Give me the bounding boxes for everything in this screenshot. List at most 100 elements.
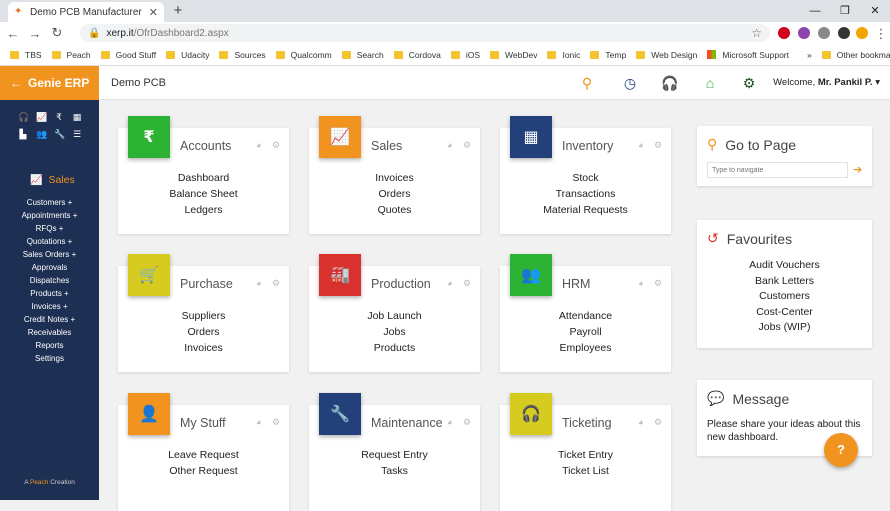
card-link[interactable]: Balance Sheet: [118, 186, 289, 202]
brand-header[interactable]: ← Genie ERP: [0, 66, 99, 100]
extension-icon[interactable]: [798, 27, 810, 39]
users-icon[interactable]: 👥: [510, 254, 552, 296]
bookmark-item[interactable]: TBS: [10, 50, 42, 60]
sidebar-item-dispatches[interactable]: Dispatches: [0, 274, 99, 287]
pie-chart-icon[interactable]: ◕: [638, 278, 643, 288]
sidebar-item-credit-notes[interactable]: Credit Notes +: [0, 313, 99, 326]
wrench-icon[interactable]: 🔧: [54, 129, 65, 140]
home-icon[interactable]: ⌂: [702, 75, 718, 91]
headset-icon[interactable]: 🎧: [18, 112, 29, 123]
extension-icon[interactable]: [856, 27, 868, 39]
back-icon[interactable]: ←: [4, 26, 22, 41]
card-title[interactable]: HRM: [562, 277, 590, 291]
card-link[interactable]: Attendance: [500, 308, 671, 324]
rupee-icon[interactable]: ₹: [54, 112, 64, 123]
more-bookmarks-button[interactable]: »: [807, 50, 812, 60]
forward-icon[interactable]: →: [26, 26, 44, 41]
pie-chart-icon[interactable]: ◕: [638, 417, 643, 427]
users-icon[interactable]: 👥: [36, 129, 47, 140]
cart-icon[interactable]: 🛒: [128, 254, 170, 296]
pie-chart-icon[interactable]: ◕: [447, 417, 452, 427]
gear-icon[interactable]: ⚙: [272, 140, 280, 151]
user-icon[interactable]: 👤: [128, 393, 170, 435]
card-title[interactable]: Accounts: [180, 139, 231, 153]
pie-chart-icon[interactable]: ◕: [256, 417, 261, 427]
card-title[interactable]: Ticketing: [562, 416, 612, 430]
user-menu[interactable]: Welcome, Mr. Pankil P. ▾: [773, 77, 880, 88]
bookmark-item[interactable]: Peach: [51, 50, 91, 60]
bookmark-item[interactable]: Qualcomm: [275, 50, 332, 60]
reload-icon[interactable]: ↻: [48, 25, 66, 41]
card-title[interactable]: Sales: [371, 139, 402, 153]
card-link[interactable]: Products: [309, 340, 480, 356]
back-arrow-icon[interactable]: ←: [10, 76, 22, 90]
close-tab-icon[interactable]: ✕: [149, 6, 158, 19]
card-link[interactable]: Other Request: [118, 463, 289, 479]
list-icon[interactable]: ☰: [72, 129, 82, 140]
pie-chart-icon[interactable]: ◕: [256, 140, 261, 150]
pie-chart-icon[interactable]: ◕: [447, 278, 452, 288]
card-link[interactable]: Stock: [500, 170, 671, 186]
pie-chart-icon[interactable]: ◕: [256, 278, 261, 288]
sidebar-item-approvals[interactable]: Approvals: [0, 261, 99, 274]
card-link[interactable]: Quotes: [309, 202, 480, 218]
card-link[interactable]: Tasks: [309, 463, 480, 479]
address-bar[interactable]: 🔒 xerp.it /OfrDashboard2.aspx ☆: [80, 24, 770, 42]
rupee-icon[interactable]: ₹: [128, 116, 170, 158]
sidebar-item-appointments[interactable]: Appointments +: [0, 209, 99, 222]
gear-icon[interactable]: ⚙: [272, 278, 280, 289]
card-title[interactable]: My Stuff: [180, 416, 226, 430]
sidebar-section-sales[interactable]: 📈 Sales: [30, 174, 75, 186]
factory-icon[interactable]: ▙: [18, 129, 28, 140]
card-link[interactable]: Employees: [500, 340, 671, 356]
card-link[interactable]: Jobs: [309, 324, 480, 340]
sidebar-item-settings[interactable]: Settings: [0, 352, 99, 365]
maximize-icon[interactable]: ❐: [830, 2, 860, 20]
card-link[interactable]: Request Entry: [309, 447, 480, 463]
clock-icon[interactable]: ◷: [622, 75, 638, 91]
card-link[interactable]: Payroll: [500, 324, 671, 340]
sidebar-item-reports[interactable]: Reports: [0, 339, 99, 352]
card-title[interactable]: Inventory: [562, 139, 613, 153]
bookmark-item[interactable]: Web Design: [636, 50, 697, 60]
card-link[interactable]: Ticket List: [500, 463, 671, 479]
favourite-link[interactable]: Jobs (WIP): [697, 320, 872, 336]
sidebar-item-rfqs[interactable]: RFQs +: [0, 222, 99, 235]
minimize-icon[interactable]: —: [800, 2, 830, 20]
card-link[interactable]: Orders: [118, 324, 289, 340]
go-arrow-icon[interactable]: ➔: [853, 163, 862, 176]
sidebar-item-products[interactable]: Products +: [0, 287, 99, 300]
headset-icon[interactable]: 🎧: [510, 393, 552, 435]
favourite-link[interactable]: Audit Vouchers: [697, 258, 872, 274]
inventory-icon[interactable]: ▦: [510, 116, 552, 158]
browser-menu-icon[interactable]: ⋮: [872, 26, 890, 42]
gear-icon[interactable]: ⚙: [463, 278, 471, 289]
bookmark-item[interactable]: Udacity: [166, 50, 209, 60]
extension-icon[interactable]: [818, 27, 830, 39]
card-link[interactable]: Suppliers: [118, 308, 289, 324]
favourite-link[interactable]: Bank Letters: [697, 274, 872, 290]
card-link[interactable]: Ledgers: [118, 202, 289, 218]
bookmark-item[interactable]: iOS: [450, 50, 480, 60]
gear-icon[interactable]: ⚙: [654, 140, 662, 151]
bookmark-item[interactable]: WebDev: [490, 50, 537, 60]
bookmark-item[interactable]: Temp: [590, 50, 626, 60]
new-tab-button[interactable]: +: [170, 2, 186, 20]
extension-icon[interactable]: [778, 27, 790, 39]
card-title[interactable]: Maintenance: [371, 416, 443, 430]
gear-icon[interactable]: ⚙: [654, 278, 662, 289]
card-link[interactable]: Invoices: [309, 170, 480, 186]
favourite-link[interactable]: Customers: [697, 289, 872, 305]
bookmark-item[interactable]: Sources: [219, 50, 266, 60]
card-title[interactable]: Purchase: [180, 277, 233, 291]
card-link[interactable]: Material Requests: [500, 202, 671, 218]
card-link[interactable]: Dashboard: [118, 170, 289, 186]
gear-icon[interactable]: ⚙: [272, 417, 280, 428]
card-title[interactable]: Production: [371, 277, 431, 291]
bookmark-item[interactable]: Ionic: [547, 50, 580, 60]
search-icon[interactable]: ⚲: [579, 75, 595, 91]
sidebar-item-sales-orders[interactable]: Sales Orders +: [0, 248, 99, 261]
card-link[interactable]: Job Launch: [309, 308, 480, 324]
sidebar-item-customers[interactable]: Customers +: [0, 196, 99, 209]
bookmark-item[interactable]: Search: [341, 50, 384, 60]
